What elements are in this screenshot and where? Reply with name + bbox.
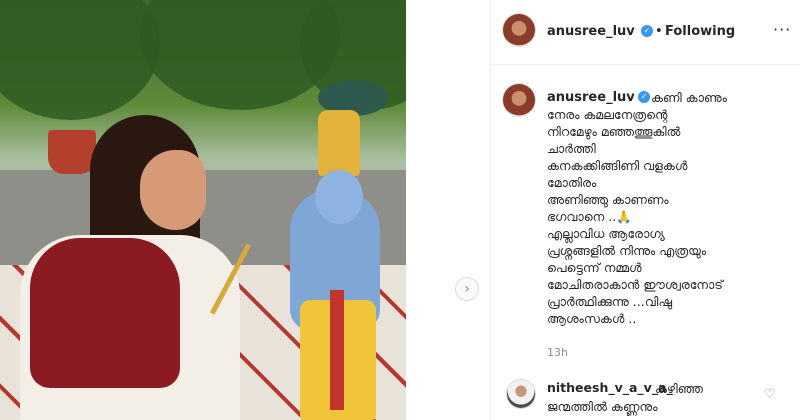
- krishna-crown: [318, 110, 360, 176]
- chevron-right-icon: ›: [464, 281, 470, 297]
- tree-foliage: [0, 0, 160, 120]
- avatar[interactable]: [503, 14, 535, 46]
- caption-text: കണി കാണും നേരം കമലനേത്രന്റെ നിറമേഴും മഞ്…: [547, 90, 727, 326]
- comment-username[interactable]: nitheesh_v_a_v_a_: [547, 380, 673, 395]
- post-image[interactable]: [0, 0, 406, 420]
- comment-item: കഴിഞ്ഞ ജന്മത്തിൽ കണ്ണനും nitheesh_v_a_v_…: [491, 374, 800, 420]
- separator-dot: •: [655, 24, 663, 39]
- heart-icon[interactable]: ♡: [764, 387, 776, 402]
- following-button[interactable]: Following: [665, 24, 735, 39]
- krishna-face: [315, 170, 363, 224]
- more-options-icon[interactable]: ···: [773, 20, 791, 39]
- carousel-next-button[interactable]: ›: [455, 277, 479, 301]
- header-username[interactable]: anusree_luv: [547, 24, 635, 39]
- post-caption: anusree_luv ✓ കണി കാണും നേരം കമലനേത്രന്റ…: [491, 64, 800, 359]
- post-header: anusree_luv ✓ • Following ···: [491, 0, 800, 65]
- post-timestamp[interactable]: 13h: [547, 346, 568, 359]
- woman-face: [140, 150, 206, 230]
- flower-pot: [48, 130, 96, 174]
- post-sidebar: anusree_luv ✓ • Following ··· anusree_lu…: [490, 0, 800, 420]
- commenter-avatar[interactable]: [507, 380, 535, 408]
- krishna-sash: [330, 290, 344, 410]
- verified-badge-icon: ✓: [641, 25, 653, 37]
- caption-avatar[interactable]: [503, 84, 535, 116]
- woman-blouse: [30, 238, 180, 388]
